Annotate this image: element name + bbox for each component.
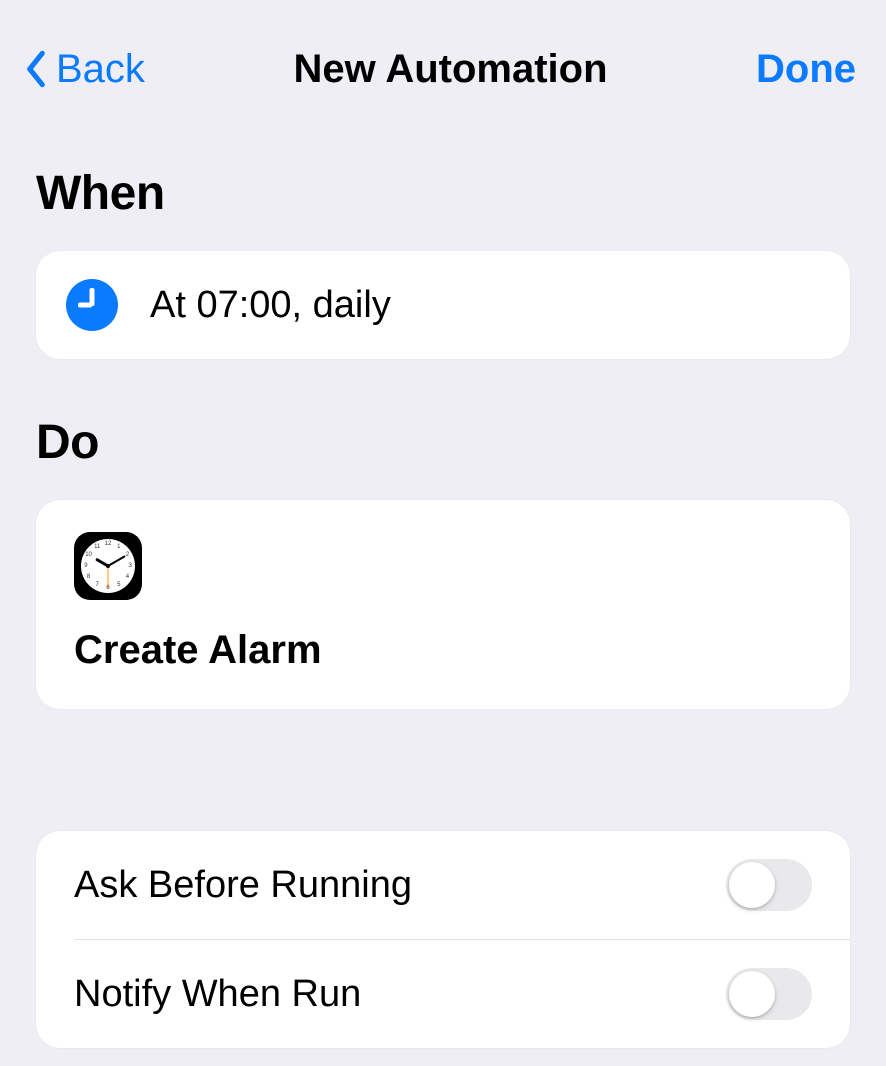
settings-row-ask-before-running[interactable]: Ask Before Running — [36, 831, 850, 939]
content: When At 07:00, daily Do 12 1 2 3 4 5 6 7… — [0, 166, 886, 1048]
when-row: At 07:00, daily — [36, 251, 850, 359]
row-label: Notify When Run — [74, 973, 361, 1016]
back-label: Back — [56, 47, 145, 92]
clock-app-icon: 12 1 2 3 4 5 6 7 8 9 10 11 — [74, 532, 142, 600]
page-title: New Automation — [293, 47, 607, 92]
chevron-left-icon — [22, 47, 50, 91]
done-button[interactable]: Done — [756, 47, 856, 92]
do-card[interactable]: 12 1 2 3 4 5 6 7 8 9 10 11 Create Alarm — [36, 500, 850, 709]
section-header-do: Do — [36, 415, 850, 470]
when-card[interactable]: At 07:00, daily — [36, 251, 850, 359]
clock-face-icon: 12 1 2 3 4 5 6 7 8 9 10 11 — [81, 539, 135, 593]
do-action-title: Create Alarm — [74, 628, 812, 673]
row-label: Ask Before Running — [74, 864, 412, 907]
toggle-ask-before-running[interactable] — [726, 859, 812, 911]
navbar: Back New Automation Done — [0, 0, 886, 110]
clock-icon — [66, 279, 118, 331]
settings-row-notify-when-run[interactable]: Notify When Run — [36, 940, 850, 1048]
section-header-when: When — [36, 166, 850, 221]
when-text: At 07:00, daily — [150, 284, 391, 327]
toggle-notify-when-run[interactable] — [726, 968, 812, 1020]
settings-card: Ask Before Running Notify When Run — [36, 831, 850, 1048]
back-button[interactable]: Back — [22, 47, 145, 92]
